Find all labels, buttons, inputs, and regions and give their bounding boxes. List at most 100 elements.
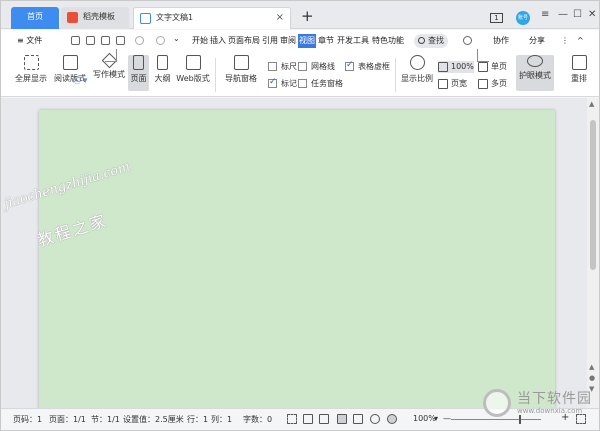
menu-insert[interactable]: 插入 bbox=[210, 34, 226, 48]
rearrange-button[interactable]: 重排 bbox=[564, 55, 594, 84]
menu-developer[interactable]: 开发工具 bbox=[337, 34, 369, 48]
more-chevron-icon[interactable]: ⌄ bbox=[173, 34, 182, 43]
close-tab-icon[interactable]: × bbox=[276, 8, 284, 28]
collapse-ribbon-icon[interactable]: ^ bbox=[577, 34, 584, 48]
maximize-button[interactable]: ☐ bbox=[573, 9, 582, 20]
ruler-checkbox-box bbox=[268, 62, 277, 71]
menu-start[interactable]: 开始 bbox=[192, 34, 208, 48]
redo-icon[interactable] bbox=[156, 36, 165, 45]
margin-corner-top-left bbox=[105, 49, 117, 62]
status-row[interactable]: 行：1 bbox=[187, 414, 208, 425]
web-layout-label: Web版式 bbox=[176, 74, 210, 83]
fullscreen-icon[interactable] bbox=[287, 414, 297, 424]
paragraph-layout-icon[interactable]: ⎘ ▾ bbox=[73, 76, 88, 86]
task-pane-checkbox[interactable]: 任务窗格 bbox=[298, 78, 343, 89]
undo-icon[interactable] bbox=[135, 36, 144, 45]
menu-chapter[interactable]: 章节 bbox=[318, 34, 334, 48]
document-page[interactable] bbox=[39, 110, 555, 410]
eye-icon bbox=[527, 55, 543, 67]
book-icon bbox=[62, 55, 78, 70]
gridlines-checkbox[interactable]: 网格线 bbox=[298, 61, 335, 72]
collaborate-button[interactable]: 协作 bbox=[481, 34, 509, 48]
search-input[interactable]: 查找 bbox=[414, 34, 448, 48]
menu-view[interactable]: 视图 bbox=[298, 34, 316, 48]
zoom-out-button[interactable]: — bbox=[443, 414, 451, 423]
prev-page-icon[interactable]: ▲ bbox=[589, 363, 594, 371]
reading-icon[interactable] bbox=[303, 414, 313, 424]
status-col[interactable]: 列：1 bbox=[211, 414, 232, 425]
print-icon[interactable] bbox=[101, 36, 110, 45]
new-tab-button[interactable]: + bbox=[301, 7, 314, 25]
web-layout-button[interactable]: Web版式 bbox=[175, 55, 211, 84]
status-pages[interactable]: 页面：1/1 bbox=[49, 414, 86, 425]
search-label: 查找 bbox=[428, 36, 444, 45]
divider bbox=[395, 58, 396, 92]
vertical-scrollbar[interactable]: ▲ ▲ ● ▼ bbox=[587, 98, 599, 408]
status-word-count[interactable]: 字数：0 bbox=[243, 414, 272, 425]
page-layout-label: 页面 bbox=[130, 74, 147, 83]
gridlines-label: 网格线 bbox=[311, 62, 335, 71]
nav-pane-button[interactable]: 导航窗格 bbox=[221, 55, 261, 84]
eye-mode-icon[interactable] bbox=[387, 414, 397, 424]
menu-icon[interactable]: ≡ bbox=[541, 9, 549, 20]
tab-template-label: 稻壳模板 bbox=[83, 12, 115, 21]
file-menu[interactable]: ≡ 文件 bbox=[17, 34, 42, 48]
writing-icon[interactable] bbox=[319, 414, 329, 424]
status-section[interactable]: 节：1/1 bbox=[91, 414, 120, 425]
web-view-icon[interactable] bbox=[370, 414, 380, 424]
rearrange-label: 重排 bbox=[571, 74, 587, 83]
menu-features[interactable]: 特色功能 bbox=[372, 34, 404, 48]
window-count-badge[interactable]: 1 bbox=[490, 13, 503, 23]
nav-pane-label: 导航窗格 bbox=[225, 74, 257, 83]
single-page-icon bbox=[478, 62, 488, 72]
minimize-button[interactable]: — bbox=[558, 9, 568, 20]
save-icon[interactable] bbox=[71, 36, 80, 45]
tab-document[interactable]: 文字文稿1 × bbox=[133, 7, 291, 29]
outline-button[interactable]: 大纲 bbox=[152, 55, 173, 84]
zoom-ratio-button[interactable]: 显示比例 bbox=[399, 55, 435, 84]
page-layout-button[interactable]: 页面 bbox=[128, 55, 149, 91]
status-setting[interactable]: 设置值：2.5厘米 bbox=[123, 414, 184, 425]
cloud-icon[interactable] bbox=[463, 36, 472, 45]
zoom-100-label: 100% bbox=[451, 62, 474, 71]
view-ribbon: 全屏显示 阅读版式 写作模式 页面 大纲 Web版式 导航窗格 标尺 网格线 ✓… bbox=[1, 52, 599, 97]
menu-page-layout[interactable]: 页面布局 bbox=[228, 34, 260, 48]
ruler-label: 标尺 bbox=[281, 62, 297, 71]
ruler-checkbox[interactable]: 标尺 bbox=[268, 61, 297, 72]
menu-review[interactable]: 审阅 bbox=[280, 34, 296, 48]
single-page-button[interactable]: 单页 bbox=[478, 61, 507, 73]
scrollbar-thumb[interactable] bbox=[590, 120, 596, 270]
search-icon bbox=[418, 37, 425, 44]
tab-home[interactable]: 首页 bbox=[11, 7, 59, 29]
task-pane-checkbox-box bbox=[298, 79, 307, 88]
zoom-level[interactable]: 100% bbox=[413, 414, 436, 423]
print-preview-icon[interactable] bbox=[116, 36, 125, 45]
close-window-button[interactable]: ✕ bbox=[588, 9, 596, 20]
export-pdf-icon[interactable] bbox=[86, 36, 95, 45]
logo-name: 当下软件园 bbox=[517, 391, 592, 407]
eye-protection-button[interactable]: 护眼模式 bbox=[516, 55, 554, 91]
zoom-dropdown-icon[interactable]: ▾ bbox=[434, 414, 438, 423]
marks-checkbox[interactable]: 标记 bbox=[268, 77, 297, 89]
scroll-up-icon[interactable]: ▲ bbox=[589, 100, 594, 108]
writer-doc-icon bbox=[140, 13, 151, 24]
menu-references[interactable]: 引用 bbox=[262, 34, 278, 48]
share-button[interactable]: 分享 bbox=[517, 34, 545, 48]
status-page-number[interactable]: 页码：1 bbox=[13, 414, 42, 425]
divider bbox=[215, 58, 216, 92]
page-jump-icon[interactable]: ● bbox=[589, 374, 595, 382]
more-options-icon[interactable]: ⋮ bbox=[561, 34, 569, 48]
site-logo: 当下软件园 www.downxia.com bbox=[479, 385, 599, 425]
nav-pane-icon bbox=[233, 55, 249, 70]
tab-template[interactable]: 稻壳模板 bbox=[61, 7, 129, 29]
page-width-button[interactable]: 页宽 bbox=[438, 78, 467, 90]
fullscreen-button[interactable]: 全屏显示 bbox=[13, 55, 49, 84]
fullscreen-icon bbox=[23, 55, 39, 70]
outline-view-icon[interactable] bbox=[353, 414, 363, 424]
avatar[interactable]: 账号 bbox=[516, 11, 530, 25]
multi-page-button[interactable]: 多页 bbox=[478, 78, 507, 90]
zoom-100-button[interactable]: 100% bbox=[438, 61, 474, 73]
table-gridline-label: 表格虚框 bbox=[358, 62, 390, 71]
table-gridline-checkbox[interactable]: 表格虚框 bbox=[345, 60, 390, 72]
page-view-icon[interactable] bbox=[337, 414, 347, 424]
